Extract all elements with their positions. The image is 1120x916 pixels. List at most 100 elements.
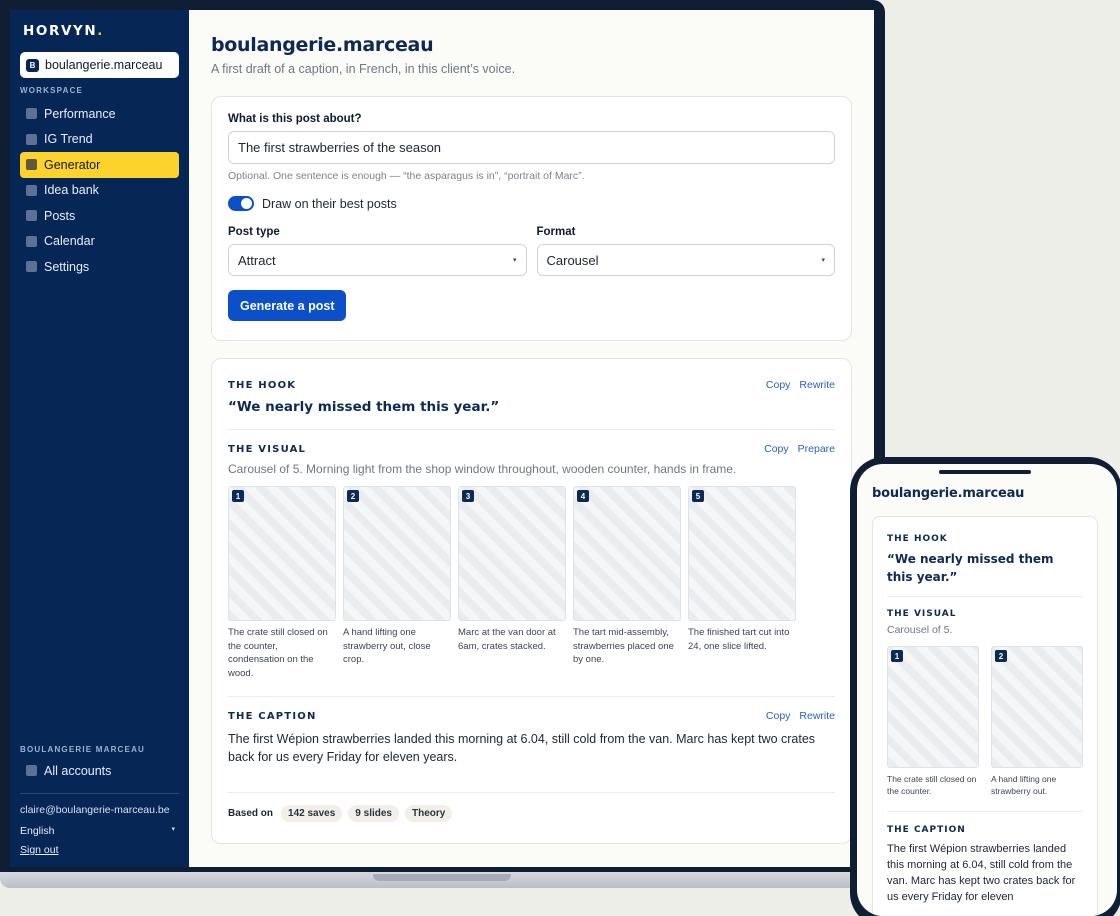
- slide-caption: The crate still closed on the counter.: [887, 774, 977, 796]
- hook-title: THE HOOK: [228, 379, 297, 391]
- phone-hook-text: “We nearly missed them this year.”: [887, 552, 1054, 584]
- carousel-slide: 2 A hand lifting one strawberry out, clo…: [343, 486, 451, 680]
- caption-rewrite-button[interactable]: Rewrite: [799, 710, 835, 722]
- carousel-slide: 2 A hand lifting one strawberry out.: [991, 646, 1088, 797]
- slide-placeholder-image: 3: [458, 486, 566, 621]
- calendar-icon: [26, 235, 37, 247]
- theory-chip: Theory: [405, 805, 453, 822]
- phone-speaker: [939, 470, 1031, 474]
- generator-form: What is this post about? The first straw…: [211, 96, 852, 341]
- sidebar-item-performance[interactable]: Performance: [20, 101, 179, 127]
- caption-copy-button[interactable]: Copy: [766, 710, 791, 722]
- slide-placeholder-image: 2: [991, 646, 1083, 768]
- sidebar-item-idea-bank[interactable]: Idea bank: [20, 178, 179, 204]
- based-on-label: Based on: [228, 808, 274, 819]
- hook-rewrite-button[interactable]: Rewrite: [799, 379, 835, 391]
- phone-hook-section: THE HOOK “We nearly missed them this yea…: [887, 517, 1083, 586]
- visual-description: Carousel of 5. Morning light from the sh…: [228, 462, 737, 476]
- sidebar-item-settings[interactable]: Settings: [20, 254, 179, 280]
- about-hint: Optional. One sentence is enough — “the …: [228, 170, 585, 182]
- sidebar-item-posts[interactable]: Posts: [20, 203, 179, 229]
- sidebar-item-ig-trend[interactable]: IG Trend: [20, 127, 179, 153]
- phone-carousel-slides: 1 The crate still closed on the counter.…: [887, 646, 1083, 797]
- phone-frame: boulangerie.marceau THE HOOK “We nearly …: [850, 457, 1120, 916]
- phone-caption-text: The first Wépion strawberries landed thi…: [887, 843, 1076, 903]
- desktop-screen: HORVYN. B boulangerie.marceau WORKSPACE …: [10, 10, 874, 867]
- slide-placeholder-image: 4: [573, 486, 681, 621]
- caption-text: The first Wépion strawberries landed thi…: [228, 732, 816, 764]
- sidebar-item-calendar[interactable]: Calendar: [20, 229, 179, 255]
- sidebar-item-generator[interactable]: Generator: [20, 152, 179, 178]
- slide-placeholder-image: 5: [688, 486, 796, 621]
- phone-screen: boulangerie.marceau THE HOOK “We nearly …: [857, 464, 1117, 916]
- post-type-label: Post type: [228, 226, 280, 238]
- based-on-row: Based on 142 saves 9 slides Theory: [228, 805, 835, 822]
- sidebar-item-all-accounts[interactable]: All accounts: [20, 758, 179, 784]
- account-badge: B: [26, 58, 39, 72]
- best-posts-toggle[interactable]: [228, 196, 254, 211]
- client-group-label: BOULANGERIE MARCEAU: [20, 745, 146, 754]
- phone-generated-post: THE HOOK “We nearly missed them this yea…: [872, 516, 1098, 916]
- generate-post-button[interactable]: Generate a post: [228, 290, 347, 321]
- format-select[interactable]: Carousel ▾: [536, 244, 835, 276]
- hook-copy-button[interactable]: Copy: [766, 379, 791, 391]
- slide-caption: Marc at the van door at 6am, crates stac…: [458, 627, 556, 652]
- carousel-slide: 3 Marc at the van door at 6am, crates st…: [458, 486, 566, 680]
- performance-icon: [26, 108, 37, 120]
- sidebar-divider: [20, 793, 179, 794]
- toggle-label: Draw on their best posts: [262, 196, 397, 211]
- slide-caption: A hand lifting one strawberry out, close…: [343, 627, 431, 665]
- caption-section: THE CAPTION Copy Rewrite The first Wépio…: [228, 697, 835, 766]
- page-title: boulangerie.marceau: [211, 34, 434, 56]
- saves-chip: 142 saves: [281, 805, 343, 822]
- hook-section: THE HOOK Copy Rewrite “We nearly missed …: [228, 359, 835, 415]
- carousel-slide: 5 The finished tart cut into 24, one sli…: [688, 486, 796, 680]
- sidebar-nav: Performance IG Trend Generator Idea bank…: [20, 101, 179, 280]
- sidebar: HORVYN. B boulangerie.marceau WORKSPACE …: [10, 10, 189, 867]
- visual-copy-button[interactable]: Copy: [764, 443, 789, 455]
- post-type-select[interactable]: Attract ▾: [228, 244, 527, 276]
- visual-section: THE VISUAL Copy Prepare Carousel of 5. M…: [228, 430, 835, 680]
- slide-caption: The tart mid-assembly, strawberries plac…: [573, 627, 674, 665]
- brand-logo: HORVYN.: [23, 23, 105, 39]
- generator-icon: [26, 159, 37, 171]
- visual-title: THE VISUAL: [228, 443, 307, 455]
- best-posts-toggle-row: Draw on their best posts: [228, 196, 835, 211]
- slide-caption: The crate still closed on the counter, c…: [228, 627, 328, 679]
- slide-placeholder-image: 1: [887, 646, 979, 768]
- slides-chip: 9 slides: [348, 805, 399, 822]
- slide-placeholder-image: 1: [228, 486, 336, 621]
- posts-icon: [26, 210, 37, 222]
- workspace-label: WORKSPACE: [20, 86, 84, 95]
- client-group-nav: All accounts: [20, 758, 179, 784]
- account-switcher[interactable]: B boulangerie.marceau: [20, 52, 179, 78]
- carousel-slide: 1 The crate still closed on the counter.: [887, 646, 984, 797]
- caption-title: THE CAPTION: [228, 710, 317, 722]
- settings-icon: [26, 261, 37, 273]
- chevron-down-icon: ▾: [512, 257, 517, 264]
- laptop-notch: [373, 874, 511, 881]
- language-select[interactable]: English ▾: [20, 825, 175, 837]
- phone-visual-description: Carousel of 5.: [887, 624, 953, 636]
- phone-caption-section: THE CAPTION The first Wépion strawberrie…: [887, 812, 1083, 905]
- phone-hook-title: THE HOOK: [887, 534, 948, 544]
- phone-visual-title: THE VISUAL: [887, 609, 957, 619]
- hook-text: “We nearly missed them this year.”: [228, 399, 500, 415]
- visual-prepare-button[interactable]: Prepare: [798, 443, 835, 455]
- phone-caption-title: THE CAPTION: [887, 825, 966, 835]
- page-subtitle: A first draft of a caption, in French, i…: [211, 62, 516, 76]
- post-options: Post type Attract ▾ Format Carousel ▾: [228, 226, 835, 276]
- idea-bank-icon: [26, 184, 37, 196]
- carousel-slide: 1 The crate still closed on the counter,…: [228, 486, 336, 680]
- carousel-slides: 1 The crate still closed on the counter,…: [228, 486, 835, 680]
- format-label: Format: [536, 226, 576, 238]
- sign-out-link[interactable]: Sign out: [20, 844, 59, 856]
- about-input[interactable]: The first strawberries of the season: [228, 131, 835, 164]
- carousel-slide: 4 The tart mid-assembly, strawberries pl…: [573, 486, 681, 680]
- phone-visual-section: THE VISUAL Carousel of 5. 1 The crate st…: [887, 597, 1083, 797]
- chevron-down-icon: ▾: [821, 257, 825, 264]
- ig-trend-icon: [26, 133, 37, 145]
- main-content: boulangerie.marceau A first draft of a c…: [189, 10, 874, 867]
- laptop-frame: HORVYN. B boulangerie.marceau WORKSPACE …: [0, 0, 885, 878]
- generated-post: THE HOOK Copy Rewrite “We nearly missed …: [211, 358, 852, 844]
